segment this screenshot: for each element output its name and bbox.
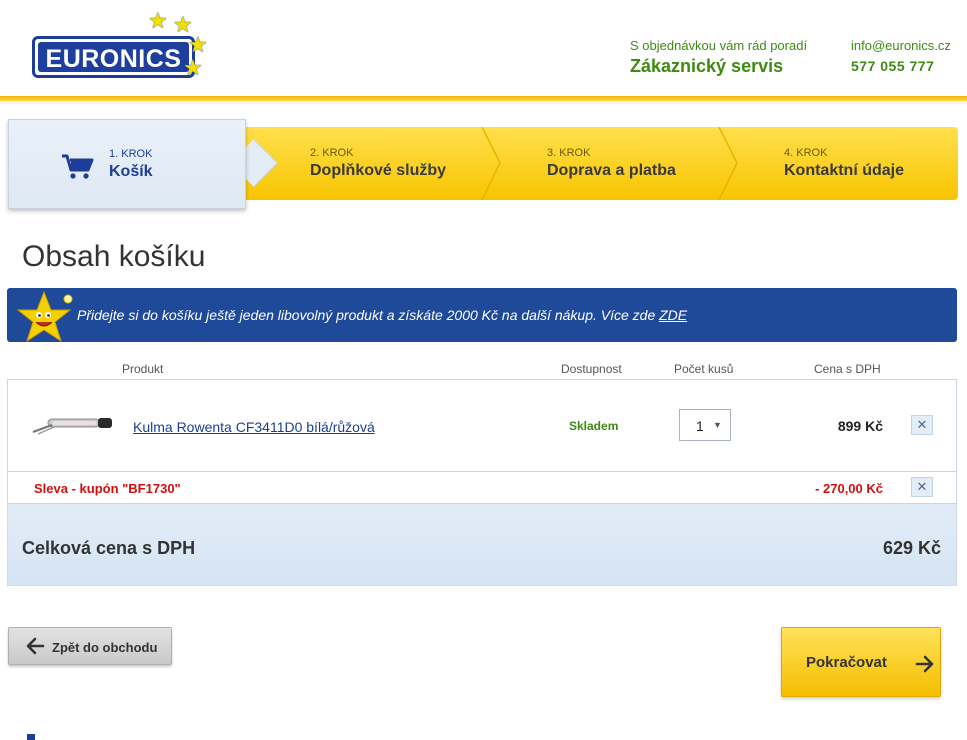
availability-status: Skladem [569,419,619,433]
order-total: Celková cena s DPH 629 Kč [7,504,957,586]
cart-items: Kulma Rowenta CF3411D0 bílá/růžová Sklad… [7,379,957,504]
step-contact[interactable]: 4. KROK Kontaktní údaje [784,127,954,200]
star-mascot-icon [17,290,73,343]
step-1-number: 1. KROK [109,148,153,160]
header-shadow [0,101,967,107]
coupon-label: Sleva - kupón "BF1730" [34,481,181,496]
site-header: EURONICS ★ ★ ★ ★ S objednávkou vám rád p… [0,0,967,97]
step-2-number: 2. KROK [310,147,354,159]
header-availability: Dostupnost [561,362,622,376]
step-services[interactable]: 2. KROK Doplňkové služby [310,127,480,200]
euronics-logo[interactable]: EURONICS ★ ★ ★ ★ [30,10,215,80]
header-quantity: Počet kusů [674,362,734,376]
service-title: Zákaznický servis [630,56,784,76]
checkout-steps: 1. KROK Košík 2. KROK Doplňkové služby 3… [8,119,958,209]
step-separator [718,127,738,200]
back-button-label: Zpět do obchodu [52,640,158,655]
chevron-down-icon: ▼ [713,420,722,430]
logo-star-icon: ★ [183,55,203,80]
quantity-value: 1 [696,418,704,434]
back-to-shop-button[interactable]: Zpět do obchodu [8,627,172,665]
product-image[interactable] [30,410,115,438]
arrow-right-icon [915,655,934,673]
logo-star-icon: ★ [148,8,168,33]
step-separator [481,127,501,200]
step-1-name: Košík [109,163,153,180]
quantity-select[interactable]: 1 ▼ [679,409,731,441]
step-shipping[interactable]: 3. KROK Doprava a platba [547,127,717,200]
logo-text: EURONICS [45,45,182,73]
header-price: Cena s DPH [814,362,881,376]
close-icon: ✕ [916,417,928,432]
continue-button-label: Pokračovat [806,654,887,671]
coupon-value: - 270,00 Kč [815,481,883,496]
contact-info: info@euronics.cz 577 055 777 [851,38,951,74]
step-3-name: Doprava a platba [547,162,676,179]
total-label: Celková cena s DPH [22,538,196,558]
logo-box: EURONICS [32,36,195,78]
promo-banner: Přidejte si do košíku ještě jeden libovo… [7,288,957,343]
service-subtitle: S objednávkou vám rád poradí [630,38,808,53]
step-4-name: Kontaktní údaje [784,162,905,179]
remove-coupon-button[interactable]: ✕ [911,477,933,497]
step-4-number: 4. KROK [784,147,828,159]
arrow-left-icon [26,637,45,655]
product-link[interactable]: Kulma Rowenta CF3411D0 bílá/růžová [133,419,375,435]
remove-item-button[interactable]: ✕ [911,415,933,435]
header-product: Produkt [122,362,164,376]
row-divider [8,471,956,472]
item-price: 899 Kč [837,418,883,434]
bottom-icon [27,734,35,740]
step-2-name: Doplňkové služby [310,162,447,179]
total-value: 629 Kč [882,538,941,558]
logo-star-icon: ★ [188,32,208,57]
banner-message: Přidejte si do košíku ještě jeden libovo… [77,307,660,323]
customer-service: S objednávkou vám rád poradí Zákaznický … [630,38,807,77]
cart-icon [62,154,94,179]
contact-email[interactable]: info@euronics.cz [851,38,951,53]
continue-button[interactable]: Pokračovat [781,627,941,697]
banner-link[interactable]: ZDE [659,307,687,323]
banner-text: Přidejte si do košíku ještě jeden libovo… [77,307,687,323]
step-3-number: 3. KROK [547,147,591,159]
step-cart[interactable]: 1. KROK Košík [8,119,246,209]
contact-phone: 577 055 777 [851,58,935,74]
close-icon: ✕ [916,479,928,494]
logo-inner: EURONICS [38,42,189,73]
page-title: Obsah košíku [22,240,206,273]
